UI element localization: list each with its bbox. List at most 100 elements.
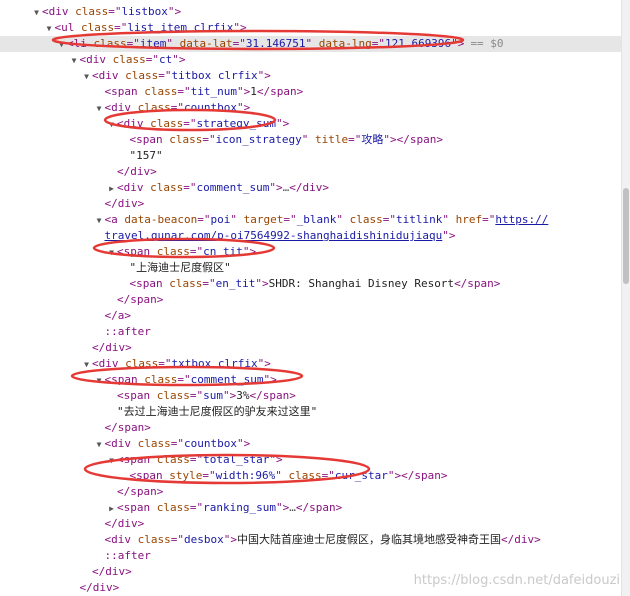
token-tag: "> <box>275 501 290 514</box>
token-attr: target <box>243 213 284 226</box>
token-tag: "> <box>255 277 269 290</box>
expand-triangle-open-icon[interactable]: ▼ <box>94 437 105 453</box>
dom-node-line[interactable]: "上海迪士尼度假区" <box>0 260 622 276</box>
token-tag: "> <box>242 245 257 258</box>
dom-node-line[interactable]: <span style="width:96%" class="cur_star"… <box>0 468 622 484</box>
expand-triangle-open-icon[interactable]: ▼ <box>81 69 92 85</box>
dom-node-line[interactable]: </span> <box>0 484 622 500</box>
expand-triangle-closed-icon[interactable]: ▶ <box>106 501 117 517</box>
token-attr: class <box>144 373 178 386</box>
expand-triangle-open-icon[interactable]: ▼ <box>106 245 117 261</box>
token-tag: =" <box>232 37 246 50</box>
token-val: listbox <box>121 5 168 18</box>
dom-node-line[interactable]: ::after <box>0 548 622 564</box>
dom-node-line[interactable]: ▼ <span class="cn_tit"> <box>0 244 622 260</box>
token-val: tit_num <box>190 85 237 98</box>
dom-node-line[interactable]: </div> <box>0 340 622 356</box>
token-tag: </span> <box>104 421 151 434</box>
dom-node-line[interactable]: ▼ <div class="ct"> <box>0 52 622 68</box>
dom-node-line[interactable]: </a> <box>0 308 622 324</box>
dom-node-line[interactable]: ▶ <div class="comment_sum">…</div> <box>0 180 622 196</box>
token-tag: "> <box>167 5 182 18</box>
token-attr: class <box>125 357 159 370</box>
dom-node-line[interactable]: ▼ <ul class="list_item clrfix"> <box>0 20 622 36</box>
token-tag: "> <box>451 37 465 50</box>
expand-triangle-open-icon[interactable]: ▼ <box>106 117 117 133</box>
token-val: strategy_sum <box>196 117 276 130</box>
token-attr: data-lng <box>318 37 372 50</box>
token-tag: =" <box>202 133 216 146</box>
expand-triangle-open-icon[interactable]: ▼ <box>94 213 105 229</box>
dom-node-line[interactable]: </span> <box>0 420 622 436</box>
token-tag: "> <box>236 101 251 114</box>
dom-node-line[interactable]: ▼ <span class="total_star"> <box>0 452 622 468</box>
expand-triangle-open-icon[interactable]: ▼ <box>94 373 105 389</box>
token-tag: </a> <box>104 309 132 322</box>
dom-node-line[interactable]: "157" <box>0 148 622 164</box>
dom-node-line[interactable]: "去过上海迪士尼度假区的驴友来过这里" <box>0 404 622 420</box>
token-tag: =" <box>177 85 191 98</box>
token-val: 31.146751 <box>245 37 306 50</box>
token-tag: "> <box>223 533 237 546</box>
expand-triangle-open-icon[interactable]: ▼ <box>44 21 55 37</box>
dom-node-line[interactable]: ::after <box>0 324 622 340</box>
token-tag: <span <box>129 469 170 482</box>
dom-node-line[interactable]: </span> <box>0 292 622 308</box>
dom-node-line[interactable]: </div> <box>0 196 622 212</box>
token-tag: <div <box>104 437 138 450</box>
expand-triangle-open-icon[interactable]: ▼ <box>81 357 92 373</box>
vertical-scrollbar[interactable] <box>621 0 630 596</box>
dom-node-line[interactable]: ▼ <div class="txtbox clrfix"> <box>0 356 622 372</box>
token-val: list_item clrfix <box>127 21 234 34</box>
token-val: 攻略 <box>361 133 384 146</box>
dom-node-line[interactable]: ▶ <span class="ranking_sum">…</span> <box>0 500 622 516</box>
token-tag: </span> <box>295 501 343 514</box>
dom-node-line[interactable]: <div class="desbox">中国大陆首座迪士尼度假区，身临其境地感受… <box>0 532 622 548</box>
dom-node-line[interactable]: travel.qunar.com/p-oi7564992-shanghaidis… <box>0 228 622 244</box>
token-val: total_star <box>203 453 270 466</box>
dom-node-line[interactable]: <span class="en_tit">SHDR: Shanghai Disn… <box>0 276 622 292</box>
expand-triangle-open-icon[interactable]: ▼ <box>31 5 42 21</box>
expand-triangle-open-icon[interactable]: ▼ <box>106 453 117 469</box>
watermark: https://blog.csdn.net/dafeidouzi <box>413 573 620 588</box>
token-tag: =" <box>197 213 211 226</box>
token-tag: "></span> <box>383 133 443 146</box>
expand-triangle-open-icon[interactable]: ▼ <box>69 53 80 69</box>
expand-triangle-closed-icon[interactable]: ▶ <box>106 181 117 197</box>
token-tag: =" <box>202 469 216 482</box>
token-tag: =" <box>145 53 159 66</box>
expand-triangle-open-icon[interactable]: ▼ <box>56 37 67 53</box>
token-tag: </div> <box>92 565 132 578</box>
scrollbar-thumb[interactable] <box>623 188 629 284</box>
dom-node-line[interactable]: </div> <box>0 516 622 532</box>
token-val: 121.669396 <box>384 37 452 50</box>
token-txt: "去过上海迪士尼度假区的驴友来过这里" <box>117 405 318 418</box>
dom-node-line[interactable]: <span class="icon_strategy" title="攻略"><… <box>0 132 622 148</box>
token-tag: =" <box>183 117 197 130</box>
token-attr: class <box>156 453 190 466</box>
token-tag: " <box>301 133 315 146</box>
dom-node-line[interactable]: ▼ <div class="strategy_sum"> <box>0 116 622 132</box>
dom-node-line[interactable]: <span class="sum">3%</span> <box>0 388 622 404</box>
dom-node-line[interactable]: ▼ <a data-beacon="poi" target="_blank" cl… <box>0 212 622 228</box>
dom-node-line[interactable]: ▼ <div class="countbox"> <box>0 436 622 452</box>
dom-node-line[interactable]: ▼ <div class="countbox"> <box>0 100 622 116</box>
token-tag: <span <box>104 85 145 98</box>
token-tag: </span> <box>249 389 296 402</box>
expand-triangle-open-icon[interactable]: ▼ <box>94 101 105 117</box>
dom-node-line[interactable]: </div> <box>0 164 622 180</box>
dom-node-line[interactable]: ▼ <span class="comment_sum"> <box>0 372 622 388</box>
token-tag: "> <box>257 357 271 370</box>
dom-node-line[interactable]: <span class="tit_num">1</span> <box>0 84 622 100</box>
token-val: item <box>139 37 167 50</box>
token-attr: class <box>349 213 383 226</box>
token-tag: =" <box>170 437 184 450</box>
token-tag: <div <box>92 357 126 370</box>
dom-node-line[interactable]: ▼ <div class="titbox clrfix"> <box>0 68 622 84</box>
dom-node-line[interactable]: ▼ <div class="listbox"> <box>0 4 622 20</box>
token-attr: class <box>156 501 190 514</box>
token-tag: =" <box>321 469 335 482</box>
token-tag: =" <box>482 213 496 226</box>
token-tag: </div> <box>289 181 329 194</box>
dom-node-line[interactable]: ▼ <li class="item" data-lat="31.146751" d… <box>0 36 622 52</box>
